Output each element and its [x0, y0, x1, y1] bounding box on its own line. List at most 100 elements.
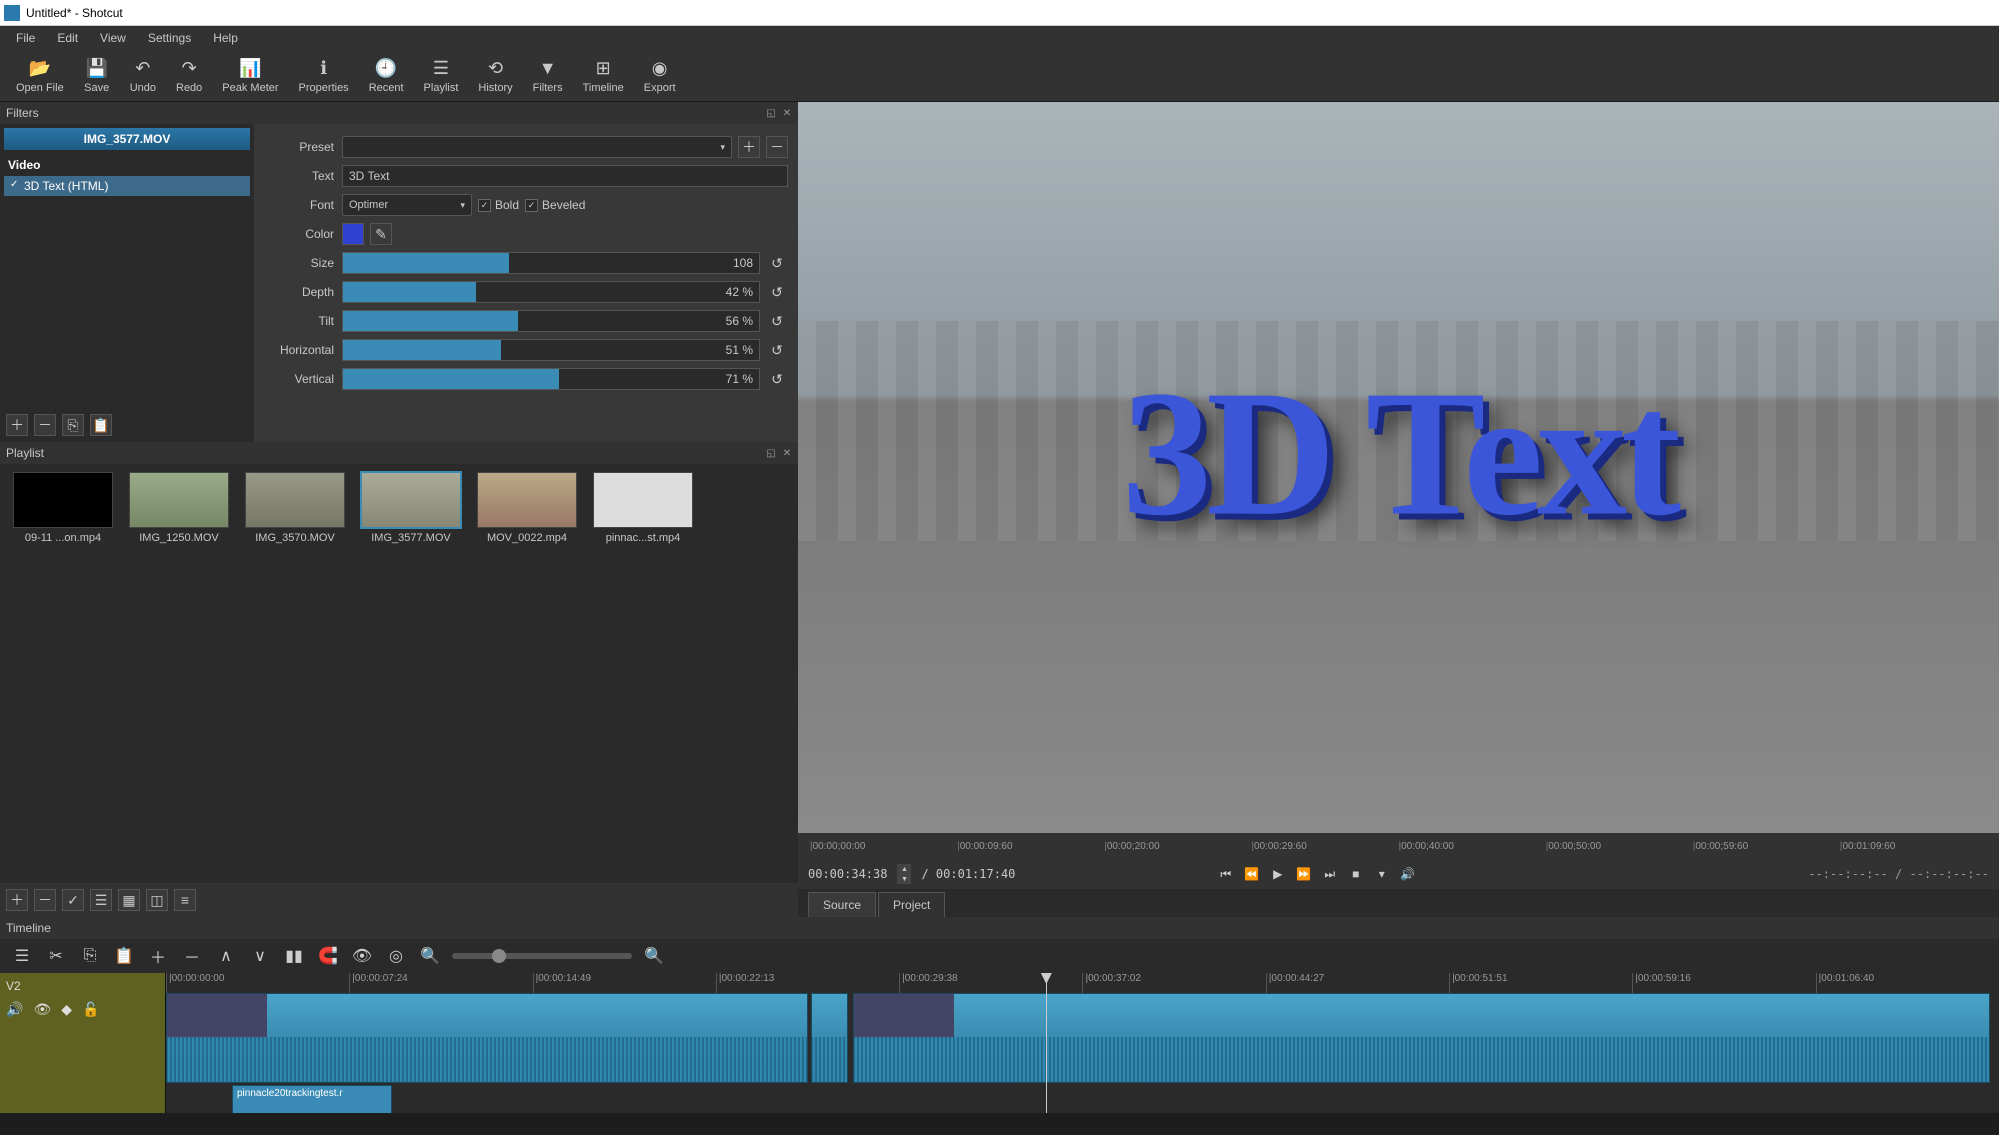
- undo-button[interactable]: ↶Undo: [120, 56, 166, 96]
- preview-ruler[interactable]: |00:00;00:00|00:00:09:60|00:00;20:00|00:…: [798, 833, 1999, 859]
- skip-start-button[interactable]: ⏮: [1216, 864, 1236, 884]
- menu-file[interactable]: File: [6, 28, 45, 48]
- timeline-ruler[interactable]: |00:00:00:00|00:00:07:24|00:00:14:49|00:…: [166, 973, 1999, 993]
- panel-popout-icon[interactable]: ◱: [764, 106, 778, 120]
- remove-filter-button[interactable]: －: [34, 414, 56, 436]
- copy-button[interactable]: ⎘: [78, 944, 102, 968]
- size-slider[interactable]: 108: [342, 252, 760, 274]
- redo-button[interactable]: ↷Redo: [166, 56, 212, 96]
- history-button[interactable]: ⟲History: [468, 56, 522, 96]
- preset-remove-button[interactable]: －: [766, 136, 788, 158]
- open-file-button[interactable]: 📂Open File: [6, 56, 74, 96]
- timeline-clip-1[interactable]: [166, 993, 808, 1083]
- rewind-button[interactable]: ⏪: [1242, 864, 1262, 884]
- track-mute-icon[interactable]: 🔊: [6, 1001, 23, 1018]
- zoom-in-button[interactable]: 🔍: [642, 944, 666, 968]
- snap-button[interactable]: 🧲: [316, 944, 340, 968]
- track-header[interactable]: V2 🔊 👁 ◆ 🔓: [0, 973, 166, 1113]
- tab-project[interactable]: Project: [878, 892, 945, 917]
- menu-settings[interactable]: Settings: [138, 28, 201, 48]
- cut-button[interactable]: ✂: [44, 944, 68, 968]
- skip-end-button[interactable]: ⏭: [1320, 864, 1340, 884]
- playlist-item[interactable]: IMG_3570.MOV: [240, 472, 350, 544]
- dropdown-button[interactable]: ▾: [1372, 864, 1392, 884]
- menu-edit[interactable]: Edit: [47, 28, 88, 48]
- zoom-slider[interactable]: [452, 953, 632, 959]
- scrub-button[interactable]: 👁: [350, 944, 374, 968]
- remove-button[interactable]: －: [180, 944, 204, 968]
- filters-button[interactable]: ▼Filters: [523, 56, 573, 96]
- playlist-detail-view-button[interactable]: ≡: [174, 889, 196, 911]
- zoom-out-button[interactable]: 🔍: [418, 944, 442, 968]
- reset-icon[interactable]: ↺: [766, 339, 788, 361]
- playlist-remove-button[interactable]: －: [34, 889, 56, 911]
- tab-source[interactable]: Source: [808, 892, 876, 917]
- playlist-list-view-button[interactable]: ☰: [90, 889, 112, 911]
- timecode-current[interactable]: 00:00:34:38: [808, 867, 887, 881]
- add-filter-button[interactable]: ＋: [6, 414, 28, 436]
- menu-help[interactable]: Help: [203, 28, 248, 48]
- track-lock-icon[interactable]: 🔓: [82, 1001, 99, 1018]
- slider-label: Horizontal: [264, 343, 342, 357]
- playlist-item[interactable]: pinnac...st.mp4: [588, 472, 698, 544]
- filter-3d-text[interactable]: 3D Text (HTML): [4, 176, 250, 196]
- ripple-button[interactable]: ◎: [384, 944, 408, 968]
- panel-popout-icon[interactable]: ◱: [764, 446, 778, 460]
- vertical-slider[interactable]: 71 %: [342, 368, 760, 390]
- panel-close-icon[interactable]: ✕: [780, 106, 794, 120]
- overwrite-button[interactable]: ∨: [248, 944, 272, 968]
- playlist-tile-view-button[interactable]: ◫: [146, 889, 168, 911]
- split-button[interactable]: ▮▮: [282, 944, 306, 968]
- properties-button[interactable]: ℹProperties: [289, 56, 359, 96]
- reset-icon[interactable]: ↺: [766, 368, 788, 390]
- reset-icon[interactable]: ↺: [766, 281, 788, 303]
- playlist-item[interactable]: IMG_1250.MOV: [124, 472, 234, 544]
- paste-filter-button[interactable]: 📋: [90, 414, 112, 436]
- playlist-check-button[interactable]: ✓: [62, 889, 84, 911]
- bold-checkbox[interactable]: ✓Bold: [478, 198, 519, 212]
- append-button[interactable]: ＋: [146, 944, 170, 968]
- preset-add-button[interactable]: ＋: [738, 136, 760, 158]
- playlist-add-button[interactable]: ＋: [6, 889, 28, 911]
- playlist-item[interactable]: 09-11 ...on.mp4: [8, 472, 118, 544]
- reset-icon[interactable]: ↺: [766, 252, 788, 274]
- save-button[interactable]: 💾Save: [74, 56, 120, 96]
- track-hide-icon[interactable]: 👁: [33, 1001, 51, 1018]
- eyedropper-button[interactable]: ✎: [370, 223, 392, 245]
- timeline-clip-lower[interactable]: pinnacle20trackingtest.r: [232, 1085, 392, 1113]
- playlist-thumb: [361, 472, 461, 528]
- reset-icon[interactable]: ↺: [766, 310, 788, 332]
- forward-button[interactable]: ⏩: [1294, 864, 1314, 884]
- beveled-checkbox[interactable]: ✓Beveled: [525, 198, 585, 212]
- timeline-clip-3[interactable]: [853, 993, 1989, 1083]
- horizontal-slider[interactable]: 51 %: [342, 339, 760, 361]
- panel-close-icon[interactable]: ✕: [780, 446, 794, 460]
- playlist-grid-view-button[interactable]: ▦: [118, 889, 140, 911]
- track-composite-icon[interactable]: ◆: [61, 1001, 72, 1018]
- paste-button[interactable]: 📋: [112, 944, 136, 968]
- timecode-spinner[interactable]: ▲▼: [897, 864, 911, 884]
- color-swatch[interactable]: [342, 223, 364, 245]
- playhead[interactable]: [1046, 973, 1047, 1113]
- font-combo[interactable]: Optimer: [342, 194, 472, 216]
- play-button[interactable]: ▶: [1268, 864, 1288, 884]
- export-button[interactable]: ◉Export: [634, 56, 686, 96]
- volume-button[interactable]: 🔊: [1398, 864, 1418, 884]
- timeline-clip-2[interactable]: [811, 993, 848, 1083]
- recent-button[interactable]: 🕘Recent: [359, 56, 414, 96]
- playlist-button[interactable]: ☰Playlist: [414, 56, 469, 96]
- copy-filter-button[interactable]: ⎘: [62, 414, 84, 436]
- menu-view[interactable]: View: [90, 28, 136, 48]
- lift-button[interactable]: ∧: [214, 944, 238, 968]
- playlist-item[interactable]: MOV_0022.mp4: [472, 472, 582, 544]
- tilt-slider[interactable]: 56 %: [342, 310, 760, 332]
- depth-slider[interactable]: 42 %: [342, 281, 760, 303]
- preview-monitor[interactable]: 3D Text: [798, 102, 1999, 833]
- preset-combo[interactable]: [342, 136, 732, 158]
- text-input[interactable]: [342, 165, 788, 187]
- timeline-button[interactable]: ⊞Timeline: [573, 56, 634, 96]
- timeline-menu-button[interactable]: ☰: [10, 944, 34, 968]
- playlist-item[interactable]: IMG_3577.MOV: [356, 472, 466, 544]
- stop-button[interactable]: ■: [1346, 864, 1366, 884]
- peak-meter-button[interactable]: 📊Peak Meter: [212, 56, 288, 96]
